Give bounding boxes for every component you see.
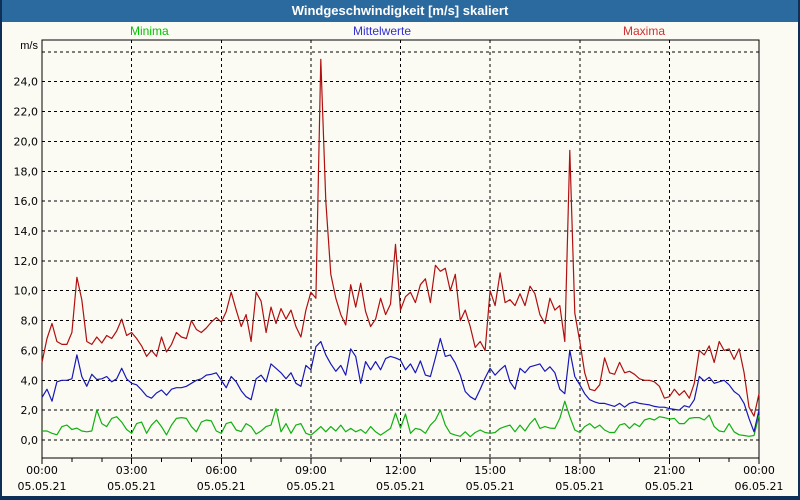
svg-text:16,0: 16,0 — [14, 195, 39, 208]
svg-text:05.05.21: 05.05.21 — [107, 480, 156, 493]
svg-text:05.05.21: 05.05.21 — [645, 480, 694, 493]
svg-text:05.05.21: 05.05.21 — [18, 480, 67, 493]
svg-text:12,0: 12,0 — [14, 255, 39, 268]
svg-text:06.05.21: 06.05.21 — [735, 480, 784, 493]
svg-text:20,0: 20,0 — [14, 135, 39, 148]
svg-text:10,0: 10,0 — [14, 285, 39, 298]
svg-text:2,0: 2,0 — [21, 404, 39, 417]
wind-chart-window: Windgeschwindigkeit [m/s] skaliert 0,0 2,… — [0, 0, 800, 500]
legend-mittelwerte-label: Mittelwerte — [353, 24, 412, 38]
legend-maxima-label: Maxima — [623, 24, 666, 38]
svg-text:03:00: 03:00 — [116, 464, 148, 477]
svg-text:06:00: 06:00 — [205, 464, 237, 477]
wind-chart-svg: 0,0 2,0 4,0 6,0 8,0 10,0 12,0 14,0 16,0 18,0 20,0 2… — [14, 39, 784, 493]
svg-text:05.05.21: 05.05.21 — [197, 480, 246, 493]
svg-text:09:00: 09:00 — [295, 464, 327, 477]
svg-text:22,0: 22,0 — [14, 106, 39, 119]
y-axis-unit-label: m/s — [20, 40, 38, 52]
svg-text:14,0: 14,0 — [14, 225, 39, 238]
svg-text:15:00: 15:00 — [474, 464, 506, 477]
svg-text:00:00: 00:00 — [26, 464, 58, 477]
svg-text:21:00: 21:00 — [654, 464, 686, 477]
svg-text:18:00: 18:00 — [564, 464, 596, 477]
svg-text:8,0: 8,0 — [21, 315, 39, 328]
svg-text:4,0: 4,0 — [21, 374, 39, 387]
svg-text:6,0: 6,0 — [21, 344, 39, 357]
svg-text:00:00: 00:00 — [743, 464, 775, 477]
svg-text:05.05.21: 05.05.21 — [466, 480, 515, 493]
svg-text:18,0: 18,0 — [14, 165, 39, 178]
svg-text:0,0: 0,0 — [21, 434, 39, 447]
svg-text:24,0: 24,0 — [14, 76, 39, 89]
legend-minima-label: Minima — [130, 24, 169, 38]
svg-text:05.05.21: 05.05.21 — [376, 480, 425, 493]
svg-text:12:00: 12:00 — [385, 464, 417, 477]
svg-text:05.05.21: 05.05.21 — [555, 480, 604, 493]
svg-text:05.05.21: 05.05.21 — [286, 480, 335, 493]
